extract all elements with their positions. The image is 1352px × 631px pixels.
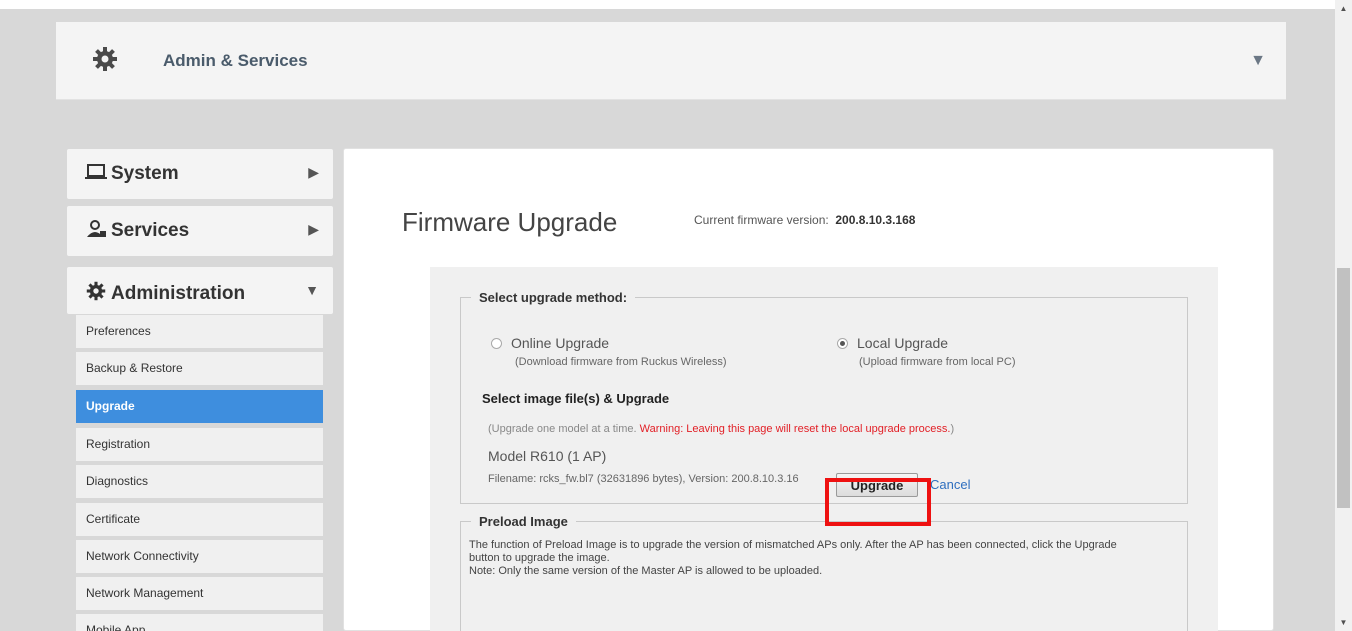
cancel-link[interactable]: Cancel (930, 477, 971, 492)
preload-line-2: button to upgrade the image. (469, 552, 610, 564)
local-upgrade-desc: (Upload firmware from local PC) (859, 356, 1016, 368)
preload-image-group: Preload Image The function of Preload Im… (460, 514, 1188, 631)
chevron-right-icon: ▶ (308, 221, 319, 237)
gear-icon (93, 47, 117, 71)
nav-services[interactable]: Services ▶ (67, 206, 333, 256)
sidebar-item-certificate[interactable]: Certificate (76, 503, 323, 536)
upgrade-warning: Warning: Leaving this page will reset th… (639, 423, 951, 435)
sidebar-item-network-connectivity[interactable]: Network Connectivity (76, 540, 323, 573)
sidebar-item-preferences[interactable]: Preferences (76, 315, 323, 348)
local-upgrade-label: Local Upgrade (857, 335, 949, 351)
top-strip (0, 0, 1335, 9)
firmware-version-label: Current firmware version: 200.8.10.3.168 (694, 213, 915, 227)
scrollbar-thumb[interactable] (1337, 268, 1350, 508)
preload-image-legend: Preload Image (479, 514, 568, 529)
highlight-box (825, 478, 931, 526)
online-upgrade-radio[interactable]: Online Upgrade (491, 335, 609, 351)
sidebar-item-network-management[interactable]: Network Management (76, 577, 323, 610)
services-icon (87, 220, 106, 237)
sidebar-item-registration[interactable]: Registration (76, 428, 323, 461)
select-image-title: Select image file(s) & Upgrade (482, 391, 670, 406)
page-title: Firmware Upgrade (402, 207, 618, 237)
firmware-version-value: 200.8.10.3.168 (835, 213, 916, 227)
upgrade-note: (Upgrade one model at a time. Warning: L… (488, 423, 954, 435)
sidebar-item-backup-restore[interactable]: Backup & Restore (76, 352, 323, 385)
local-upgrade-radio[interactable]: Local Upgrade (837, 335, 948, 351)
main-panel: Firmware Upgrade Current firmware versio… (343, 148, 1274, 631)
sidebar-item-mobile-app[interactable]: Mobile App (76, 614, 323, 631)
radio-unselected-icon (491, 338, 502, 349)
model-name: Model R610 (1 AP) (488, 448, 607, 464)
preload-description: The function of Preload Image is to upgr… (469, 539, 1189, 578)
chevron-down-icon: ▼ (305, 282, 319, 298)
header-title: Admin & Services (163, 51, 308, 70)
upgrade-note-prefix: (Upgrade one model at a time. (488, 423, 640, 435)
filename-info: Filename: rcks_fw.bl7 (32631896 bytes), … (488, 473, 799, 485)
nav-administration-label: Administration (111, 283, 246, 304)
nav-administration[interactable]: Administration ▼ (67, 267, 333, 314)
nav-system-label: System (111, 163, 179, 184)
upgrade-method-group: Select upgrade method: Online Upgrade (D… (460, 290, 1188, 504)
firmware-version-caption: Current firmware version: (694, 213, 829, 227)
online-upgrade-label: Online Upgrade (511, 335, 610, 351)
scroll-up-icon[interactable]: ▲ (1335, 0, 1352, 17)
upgrade-note-suffix: ) (950, 423, 955, 435)
radio-selected-icon (837, 338, 848, 349)
gear-icon (86, 281, 106, 301)
nav-system[interactable]: System ▶ (67, 149, 333, 199)
sidebar-item-upgrade[interactable]: Upgrade (76, 390, 323, 423)
section-header[interactable]: Admin & Services ▼ (56, 22, 1286, 100)
sidebar-item-diagnostics[interactable]: Diagnostics (76, 465, 323, 498)
online-upgrade-desc: (Download firmware from Ruckus Wireless) (515, 356, 727, 368)
vertical-scrollbar[interactable]: ▲ ▼ (1335, 0, 1352, 631)
upgrade-method-legend: Select upgrade method: (479, 290, 628, 305)
preload-line-1: The function of Preload Image is to upgr… (469, 539, 1117, 551)
chevron-down-icon[interactable]: ▼ (1250, 52, 1266, 70)
preload-line-3: Note: Only the same version of the Maste… (469, 565, 823, 577)
upgrade-container: Select upgrade method: Online Upgrade (D… (430, 267, 1218, 631)
laptop-icon (85, 164, 107, 179)
chevron-right-icon: ▶ (308, 164, 319, 180)
scroll-down-icon[interactable]: ▼ (1335, 614, 1352, 631)
nav-services-label: Services (111, 220, 190, 241)
